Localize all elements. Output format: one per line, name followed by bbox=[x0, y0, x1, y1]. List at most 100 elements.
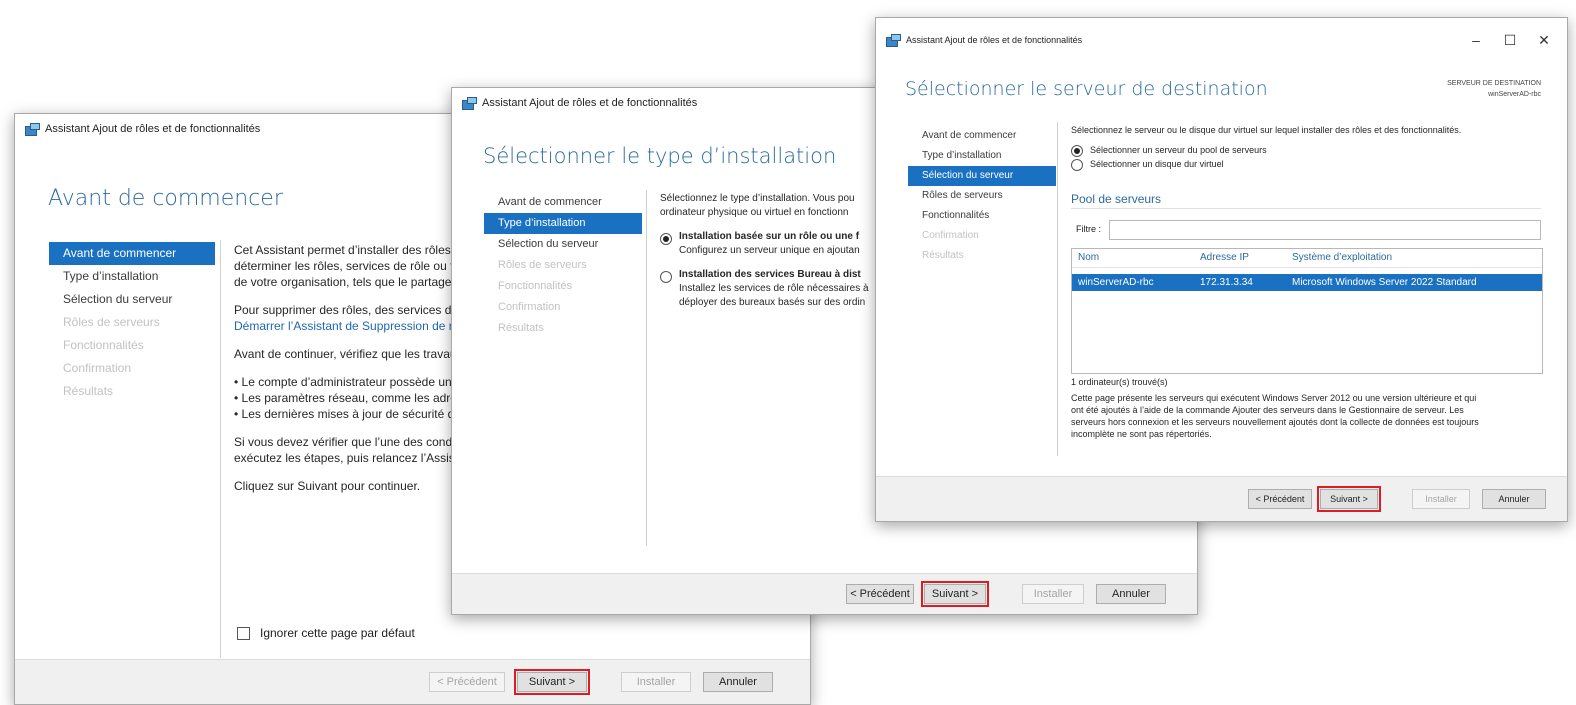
wizard-footer: < Précédent Suivant > Installer Annuler bbox=[15, 659, 810, 704]
nav-item-avant-de-commencer[interactable]: Avant de commencer bbox=[908, 126, 1056, 146]
nav-item-avant-de-commencer[interactable]: Avant de commencer bbox=[49, 242, 215, 265]
column-header-nom[interactable]: Nom bbox=[1072, 249, 1200, 267]
nav-item-fonctionnalites[interactable]: Fonctionnalités bbox=[908, 206, 1056, 226]
install-button[interactable]: Installer bbox=[621, 672, 691, 692]
server-pool-label: Sélectionner un serveur du pool de serve… bbox=[1090, 145, 1267, 155]
window-title: Assistant Ajout de rôles et de fonctionn… bbox=[45, 123, 261, 135]
nav-item-confirmation: Confirmation bbox=[63, 361, 132, 375]
window-controls: – ☐ ✕ bbox=[1459, 18, 1561, 62]
previous-button[interactable]: < Précédent bbox=[846, 584, 914, 604]
maximize-icon[interactable]: ☐ bbox=[1493, 32, 1527, 49]
nav-item-fonctionnalites: Fonctionnalités bbox=[63, 338, 144, 352]
nav-item-fonctionnalites: Fonctionnalités bbox=[498, 280, 572, 292]
list-item: • Les dernières mises à jour de sécurité… bbox=[234, 407, 455, 421]
virtual-disk-radio[interactable] bbox=[1071, 159, 1083, 171]
previous-button[interactable]: < Précédent bbox=[429, 672, 505, 692]
remote-desktop-option[interactable]: Installation des services Bureau à dist … bbox=[660, 268, 880, 310]
role-based-title: Installation basée sur un rôle ou une f bbox=[679, 231, 860, 242]
skip-page-checkbox[interactable] bbox=[237, 627, 250, 641]
install-button[interactable]: Installer bbox=[1022, 584, 1084, 604]
nav-item-confirmation: Confirmation bbox=[498, 301, 561, 313]
table-header: Nom Adresse IP Système d’exploitation bbox=[1072, 249, 1542, 268]
next-button[interactable]: Suivant > bbox=[921, 581, 989, 607]
wizard-footer: < Précédent Suivant > Installer Annuler bbox=[452, 573, 1197, 614]
destination-server-info: SERVEUR DE DESTINATION winServerAD-rbc bbox=[1447, 78, 1541, 100]
nav-item-type-installation[interactable]: Type d’installation bbox=[49, 265, 215, 288]
section-divider bbox=[1071, 208, 1541, 209]
nav-item-roles-serveurs[interactable]: Rôles de serveurs bbox=[908, 186, 1056, 206]
nav-divider bbox=[220, 240, 221, 658]
destination-server-name: winServerAD-rbc bbox=[1488, 91, 1541, 98]
previous-button[interactable]: < Précédent bbox=[1248, 489, 1312, 509]
skip-page-option[interactable]: Ignorer cette page par défaut bbox=[237, 626, 415, 641]
nav-item-resultats: Résultats bbox=[922, 250, 964, 261]
prerequisites-list: • Le compte d’administrateur possède un … bbox=[234, 374, 474, 422]
nav-divider bbox=[1057, 122, 1058, 456]
remote-desktop-description: Installez les services de rôle nécessair… bbox=[679, 283, 869, 308]
wizard-window-destination-server: Assistant Ajout de rôles et de fonctionn… bbox=[875, 17, 1568, 522]
server-pool-radio[interactable] bbox=[1071, 145, 1083, 157]
server-pool-title: Pool de serveurs bbox=[1071, 192, 1162, 206]
role-based-description: Configurez un serveur unique en ajoutan bbox=[679, 245, 860, 256]
cancel-button[interactable]: Annuler bbox=[703, 672, 773, 692]
nav-item-roles-serveurs: Rôles de serveurs bbox=[63, 315, 160, 329]
page-title: Avant de commencer bbox=[48, 186, 283, 211]
virtual-disk-option[interactable]: Sélectionner un disque dur virtuel bbox=[1071, 158, 1546, 171]
server-pool-notes: 1 ordinateur(s) trouvé(s) Cette page pré… bbox=[1071, 376, 1551, 440]
role-based-option[interactable]: Installation basée sur un rôle ou une f … bbox=[660, 230, 880, 258]
cell-ip-address: 172.31.3.34 bbox=[1200, 277, 1253, 288]
list-item: • Le compte d’administrateur possède un bbox=[234, 375, 452, 389]
intro-content: Cet Assistant permet d’installer des rôl… bbox=[234, 242, 474, 506]
wizard-nav: Avant de commencer Type d’installation S… bbox=[908, 126, 1056, 266]
virtual-disk-label: Sélectionner un disque dur virtuel bbox=[1090, 159, 1224, 169]
nav-item-resultats: Résultats bbox=[63, 384, 114, 398]
intro-text: Sélectionnez le serveur ou le disque dur… bbox=[1071, 125, 1462, 135]
remove-paragraph: Pour supprimer des rôles, des services d… bbox=[234, 303, 460, 333]
page-title: Sélectionner le type d’installation bbox=[483, 144, 837, 168]
filter-label: Filtre : bbox=[1076, 224, 1102, 234]
cell-operating-system: Microsoft Windows Server 2022 Standard bbox=[1292, 277, 1477, 288]
window-title: Assistant Ajout de rôles et de fonctionn… bbox=[906, 35, 1083, 45]
server-pool-option[interactable]: Sélectionner un serveur du pool de serve… bbox=[1071, 144, 1546, 157]
nav-item-type-installation[interactable]: Type d’installation bbox=[484, 213, 642, 234]
continue-paragraph: Cliquez sur Suivant pour continuer. bbox=[234, 479, 421, 493]
remove-roles-wizard-link[interactable]: Démarrer l’Assistant de Suppression de r… bbox=[234, 319, 459, 333]
nav-item-avant-de-commencer[interactable]: Avant de commencer bbox=[484, 192, 642, 213]
next-button[interactable]: Suivant > bbox=[514, 669, 590, 695]
intro-paragraph: Sélectionnez le type d’installation. Vou… bbox=[660, 193, 855, 218]
remote-desktop-title: Installation des services Bureau à dist bbox=[679, 269, 861, 280]
nav-item-selection-serveur[interactable]: Sélection du serveur bbox=[49, 288, 215, 311]
nav-item-selection-serveur[interactable]: Sélection du serveur bbox=[484, 234, 642, 255]
role-based-radio[interactable] bbox=[660, 233, 672, 245]
page-title: Sélectionner le serveur de destination bbox=[905, 78, 1268, 100]
server-manager-icon bbox=[886, 34, 901, 47]
remote-desktop-radio[interactable] bbox=[660, 271, 672, 283]
server-pool-description: Cette page présente les serveurs qui exé… bbox=[1071, 393, 1479, 439]
cancel-button[interactable]: Annuler bbox=[1096, 584, 1166, 604]
server-manager-icon bbox=[462, 97, 477, 110]
install-button[interactable]: Installer bbox=[1412, 489, 1470, 509]
wizard-nav: Avant de commencer Type d’installation S… bbox=[49, 242, 215, 403]
nav-item-resultats: Résultats bbox=[498, 322, 544, 334]
nav-divider bbox=[646, 190, 647, 546]
window-title: Assistant Ajout de rôles et de fonctionn… bbox=[482, 97, 698, 109]
installation-type-content: Sélectionnez le type d’installation. Vou… bbox=[660, 192, 880, 310]
cell-server-name: winServerAD-rbc bbox=[1078, 277, 1154, 288]
server-selection-content: Sélectionnez le serveur ou le disque dur… bbox=[1071, 124, 1546, 171]
table-row[interactable]: winServerAD-rbc 172.31.3.34 Microsoft Wi… bbox=[1072, 274, 1542, 291]
destination-server-label: SERVEUR DE DESTINATION bbox=[1447, 80, 1541, 87]
nav-item-type-installation[interactable]: Type d’installation bbox=[908, 146, 1056, 166]
server-manager-icon bbox=[25, 123, 40, 136]
title-bar[interactable]: Assistant Ajout de rôles et de fonctionn… bbox=[876, 18, 1567, 62]
filter-input[interactable] bbox=[1109, 220, 1541, 240]
close-icon[interactable]: ✕ bbox=[1527, 32, 1561, 49]
minimize-icon[interactable]: – bbox=[1459, 32, 1493, 48]
wizard-nav: Avant de commencer Type d’installation S… bbox=[484, 192, 642, 339]
column-header-os[interactable]: Système d’exploitation bbox=[1292, 249, 1542, 267]
next-button[interactable]: Suivant > bbox=[1317, 486, 1381, 512]
server-count: 1 ordinateur(s) trouvé(s) bbox=[1071, 377, 1168, 387]
cancel-button[interactable]: Annuler bbox=[1482, 489, 1546, 509]
nav-item-selection-serveur[interactable]: Sélection du serveur bbox=[908, 166, 1056, 186]
column-header-ip[interactable]: Adresse IP bbox=[1200, 249, 1292, 267]
skip-page-label: Ignorer cette page par défaut bbox=[260, 626, 415, 640]
